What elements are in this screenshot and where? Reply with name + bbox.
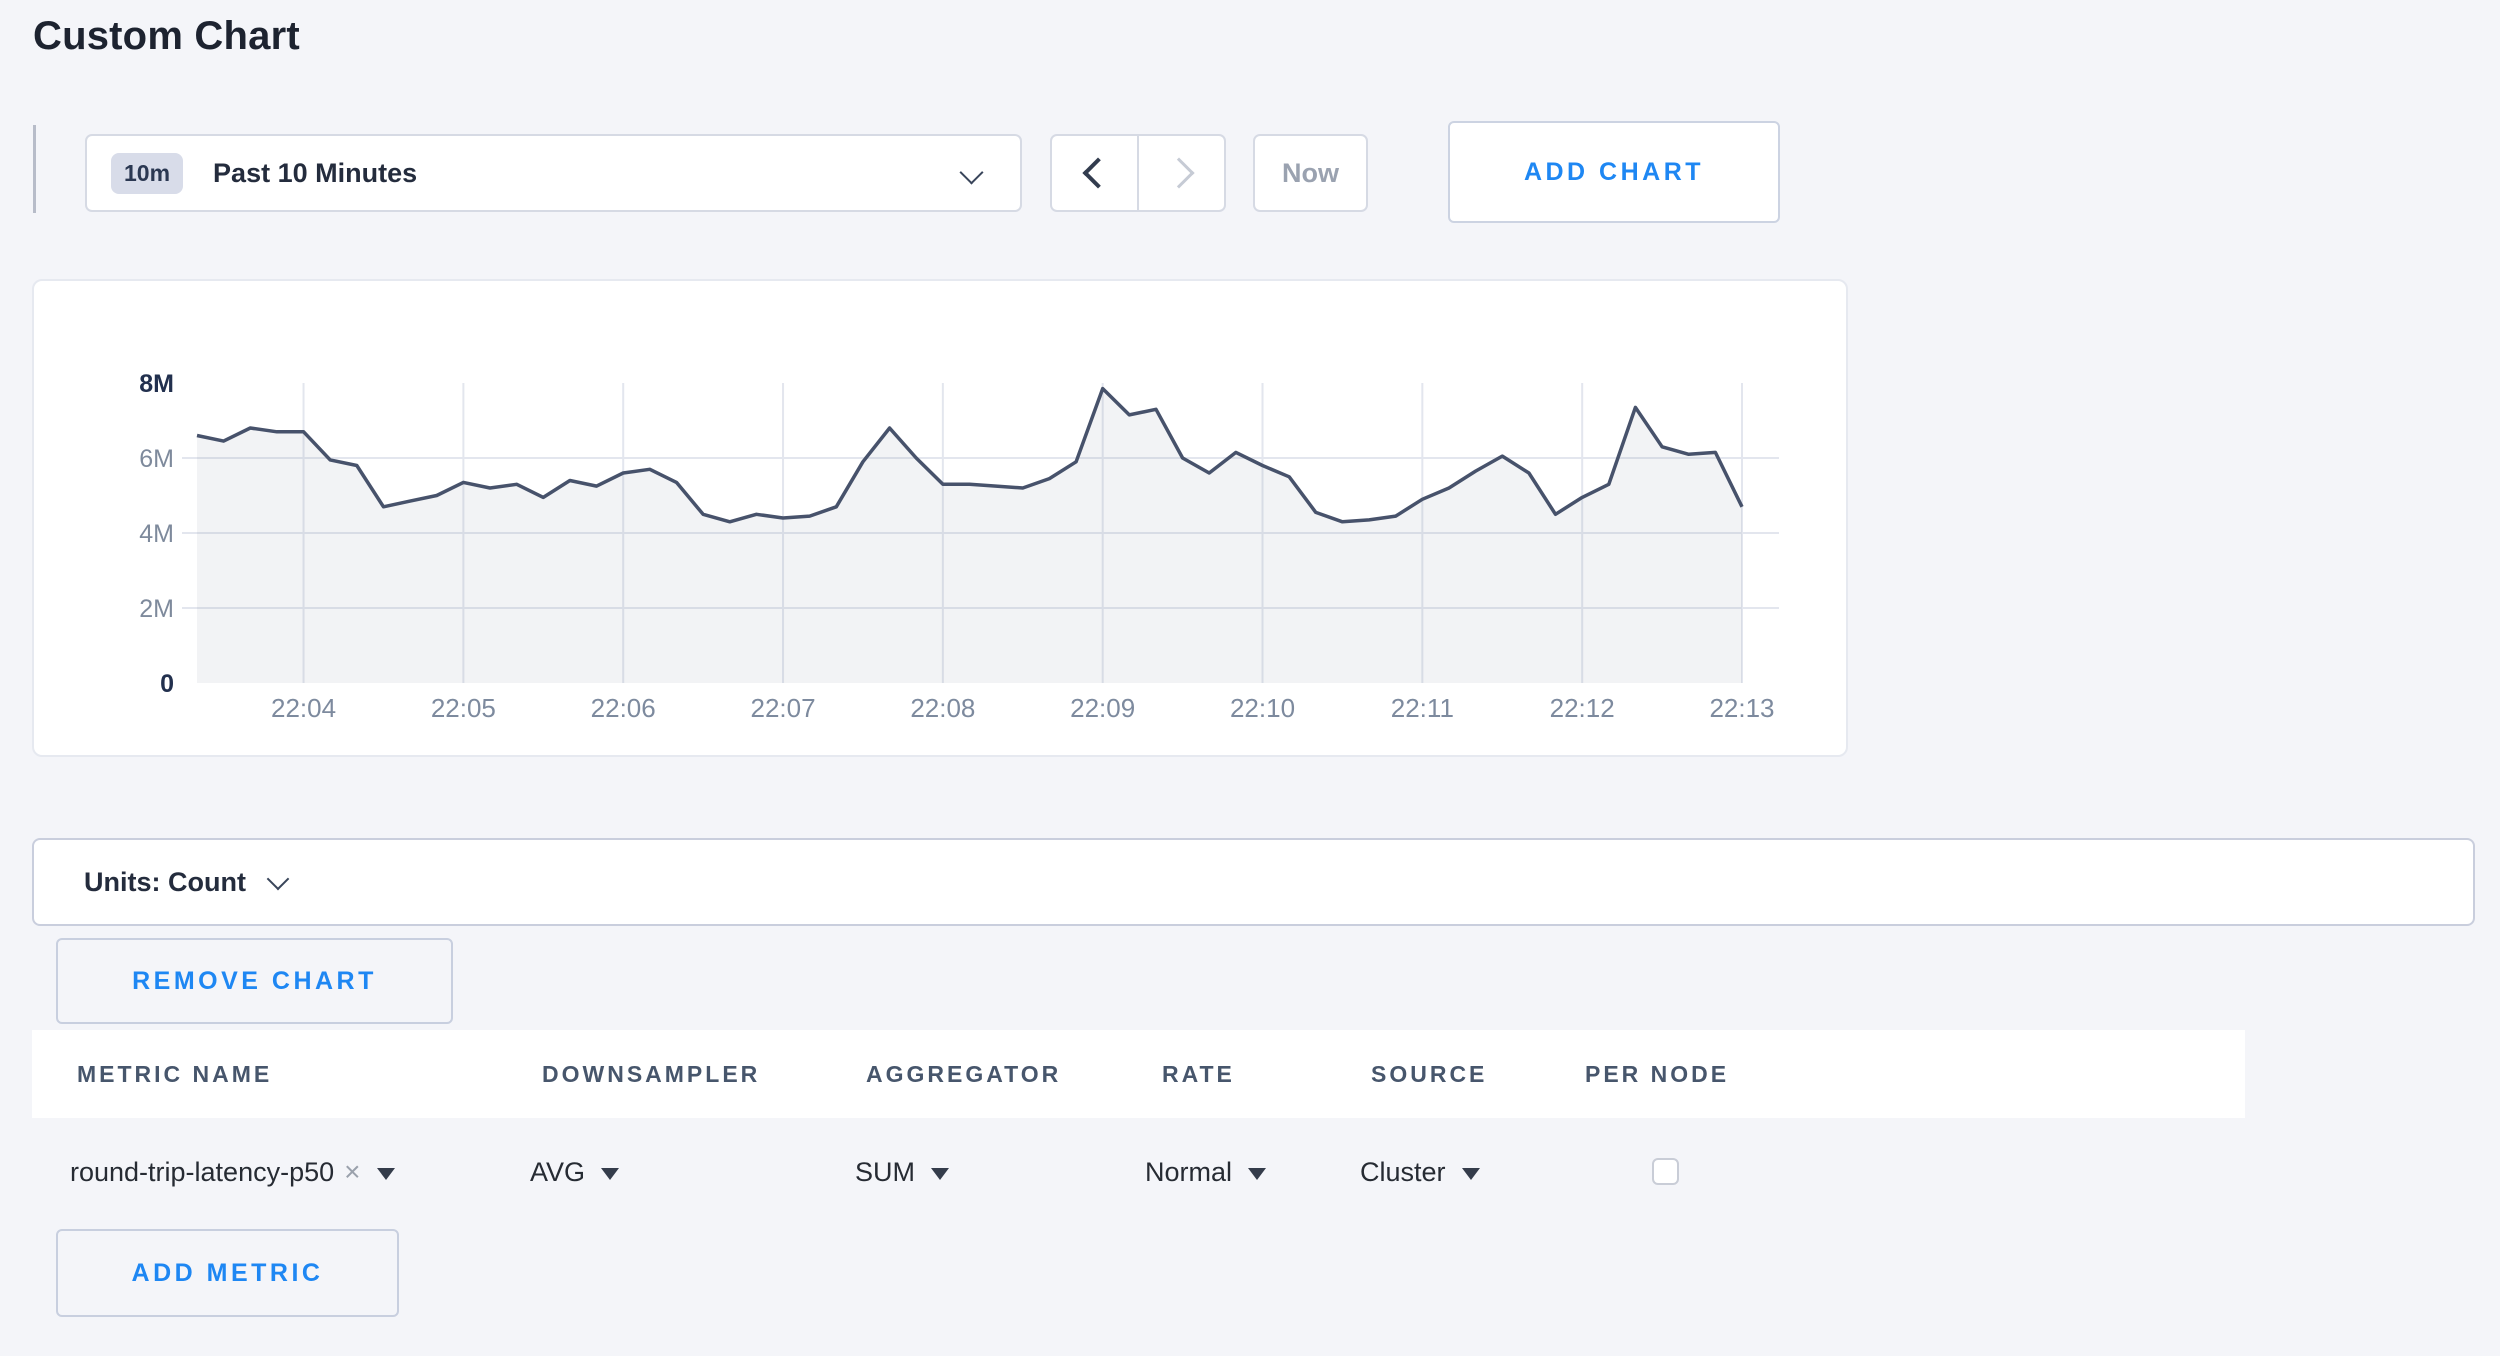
chart-card: 0 2M 4M 6M 8M 22:04 22:05 22:06 22:07 22:08 22:09 2… xyxy=(32,279,1848,757)
time-window-select[interactable]: 10m Past 10 Minutes xyxy=(85,134,1022,212)
page-title: Custom Chart xyxy=(33,14,300,59)
column-header-metric-name: METRIC NAME xyxy=(77,1030,272,1118)
svg-text:6M: 6M xyxy=(139,445,174,473)
svg-text:22:08: 22:08 xyxy=(910,693,975,723)
downsampler-dropdown[interactable]: AVG xyxy=(530,1128,619,1216)
svg-text:22:05: 22:05 xyxy=(431,693,496,723)
svg-text:22:04: 22:04 xyxy=(271,693,336,723)
svg-text:4M: 4M xyxy=(139,520,174,548)
column-header-aggregator: AGGREGATOR xyxy=(866,1030,1061,1118)
column-header-source: SOURCE xyxy=(1371,1030,1487,1118)
metric-area-chart[interactable]: 0 2M 4M 6M 8M 22:04 22:05 22:06 22:07 22:08 22:09 2… xyxy=(34,281,1846,755)
now-button[interactable]: Now xyxy=(1253,134,1368,212)
metric-name-value: round-trip-latency-p50 xyxy=(70,1157,334,1188)
per-node-checkbox[interactable] xyxy=(1652,1158,1679,1185)
svg-text:22:09: 22:09 xyxy=(1070,693,1135,723)
time-window-label: Past 10 Minutes xyxy=(213,158,417,189)
svg-text:22:10: 22:10 xyxy=(1230,693,1295,723)
svg-text:22:06: 22:06 xyxy=(591,693,656,723)
source-dropdown[interactable]: Cluster xyxy=(1360,1128,1480,1216)
remove-chart-button[interactable]: REMOVE CHART xyxy=(56,938,453,1024)
svg-text:22:13: 22:13 xyxy=(1709,693,1774,723)
aggregator-value: SUM xyxy=(855,1157,915,1188)
source-value: Cluster xyxy=(1360,1157,1446,1188)
toolbar-left-divider xyxy=(33,125,36,213)
svg-text:0: 0 xyxy=(160,670,174,698)
custom-chart-page: Custom Chart 10m Past 10 Minutes Now ADD… xyxy=(0,0,2500,1356)
metric-row: round-trip-latency-p50 × AVG SUM Normal … xyxy=(0,1128,2500,1216)
add-chart-button[interactable]: ADD CHART xyxy=(1448,121,1780,223)
caret-down-icon xyxy=(931,1168,949,1180)
metric-name-dropdown[interactable]: round-trip-latency-p50 × xyxy=(70,1128,395,1216)
svg-text:22:07: 22:07 xyxy=(750,693,815,723)
chevron-down-icon xyxy=(267,868,290,891)
svg-text:2M: 2M xyxy=(139,595,174,623)
column-header-rate: RATE xyxy=(1162,1030,1235,1118)
units-select[interactable]: Units: Count xyxy=(32,838,2475,926)
svg-text:22:11: 22:11 xyxy=(1391,693,1454,723)
time-pager xyxy=(1050,134,1226,212)
caret-down-icon xyxy=(601,1168,619,1180)
time-window-badge: 10m xyxy=(111,153,183,194)
svg-text:8M: 8M xyxy=(139,370,174,398)
caret-down-icon xyxy=(1248,1168,1266,1180)
metrics-table-header: METRIC NAME DOWNSAMPLER AGGREGATOR RATE … xyxy=(32,1030,2245,1118)
caret-down-icon xyxy=(377,1168,395,1180)
svg-text:22:12: 22:12 xyxy=(1550,693,1615,723)
column-header-downsampler: DOWNSAMPLER xyxy=(542,1030,760,1118)
column-header-per-node: PER NODE xyxy=(1585,1030,1729,1118)
units-label: Units: Count xyxy=(84,867,246,898)
rate-dropdown[interactable]: Normal xyxy=(1145,1128,1266,1216)
caret-down-icon xyxy=(1462,1168,1480,1180)
rate-value: Normal xyxy=(1145,1157,1232,1188)
clear-metric-icon[interactable]: × xyxy=(344,1156,360,1188)
chevron-right-icon xyxy=(1163,157,1194,188)
add-metric-button[interactable]: ADD METRIC xyxy=(56,1229,399,1317)
time-prev-button[interactable] xyxy=(1052,136,1137,210)
aggregator-dropdown[interactable]: SUM xyxy=(855,1128,949,1216)
chevron-left-icon xyxy=(1082,157,1113,188)
time-next-button[interactable] xyxy=(1137,136,1224,210)
chevron-down-icon xyxy=(959,160,983,184)
downsampler-value: AVG xyxy=(530,1157,585,1188)
